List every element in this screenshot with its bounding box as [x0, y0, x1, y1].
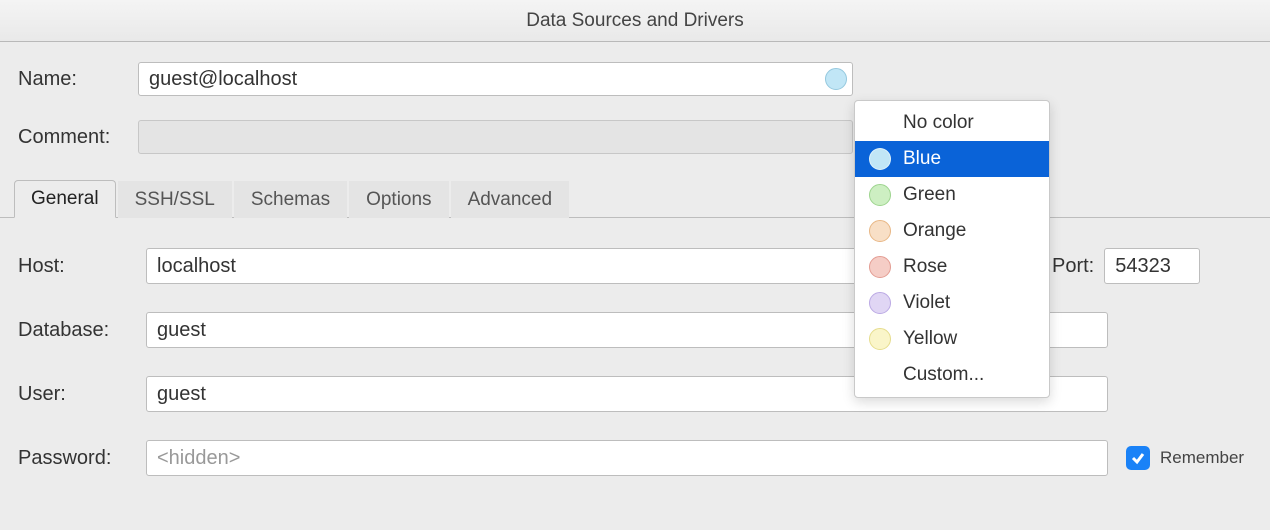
name-label: Name: — [18, 68, 138, 91]
color-item-label: Green — [903, 184, 1035, 206]
database-label: Database: — [18, 319, 146, 342]
tab-advanced[interactable]: Advanced — [451, 181, 570, 218]
color-item-label: Custom... — [903, 364, 1035, 386]
tab-options[interactable]: Options — [349, 181, 448, 218]
window-title: Data Sources and Drivers — [526, 10, 744, 32]
tab-general[interactable]: General — [14, 180, 116, 218]
password-label: Password: — [18, 447, 146, 470]
title-bar: Data Sources and Drivers — [0, 0, 1270, 42]
circle-icon — [869, 328, 891, 350]
check-icon — [1130, 450, 1146, 466]
remember-label: Remember — [1160, 448, 1244, 468]
host-label: Host: — [18, 255, 146, 278]
circle-icon — [869, 220, 891, 242]
color-item-label: Violet — [903, 292, 1035, 314]
remember-checkbox[interactable] — [1126, 446, 1150, 470]
remember-wrap: Remember — [1126, 446, 1244, 470]
color-item-no-color[interactable]: No color — [855, 105, 1049, 141]
comment-input[interactable] — [138, 120, 853, 154]
color-item-violet[interactable]: Violet — [855, 285, 1049, 321]
port-label: Port: — [1052, 255, 1094, 278]
port-input[interactable] — [1104, 248, 1200, 284]
color-item-label: Blue — [903, 148, 1035, 170]
database-row: Database: — [18, 312, 1252, 348]
color-item-label: Yellow — [903, 328, 1035, 350]
form-top: Name: Comment: — [0, 42, 1270, 154]
circle-icon — [869, 148, 891, 170]
name-row: Name: — [18, 62, 1252, 96]
color-item-custom[interactable]: Custom... — [855, 357, 1049, 393]
tab-sshssl[interactable]: SSH/SSL — [118, 181, 232, 218]
name-input-wrap — [138, 62, 853, 96]
comment-label: Comment: — [18, 126, 138, 149]
color-chip-button[interactable] — [825, 68, 847, 90]
tab-schemas[interactable]: Schemas — [234, 181, 347, 218]
color-item-yellow[interactable]: Yellow — [855, 321, 1049, 357]
host-row: Host: Port: — [18, 248, 1252, 284]
comment-row: Comment: — [18, 120, 1252, 154]
name-input[interactable] — [138, 62, 853, 96]
color-menu: No color Blue Green Orange Rose Violet Y… — [854, 100, 1050, 398]
color-item-blue[interactable]: Blue — [855, 141, 1049, 177]
color-item-rose[interactable]: Rose — [855, 249, 1049, 285]
color-item-label: Rose — [903, 256, 1035, 278]
password-row: Password: Remember — [18, 440, 1252, 476]
general-panel: Host: Port: Database: User: Password: Re… — [0, 218, 1270, 476]
tabs-bar: General SSH/SSL Schemas Options Advanced — [0, 178, 1270, 218]
password-input[interactable] — [146, 440, 1108, 476]
color-item-orange[interactable]: Orange — [855, 213, 1049, 249]
color-item-label: Orange — [903, 220, 1035, 242]
circle-icon — [869, 292, 891, 314]
color-item-green[interactable]: Green — [855, 177, 1049, 213]
user-label: User: — [18, 383, 146, 406]
circle-icon — [869, 256, 891, 278]
color-item-label: No color — [903, 112, 1035, 134]
circle-icon — [869, 184, 891, 206]
user-row: User: — [18, 376, 1252, 412]
